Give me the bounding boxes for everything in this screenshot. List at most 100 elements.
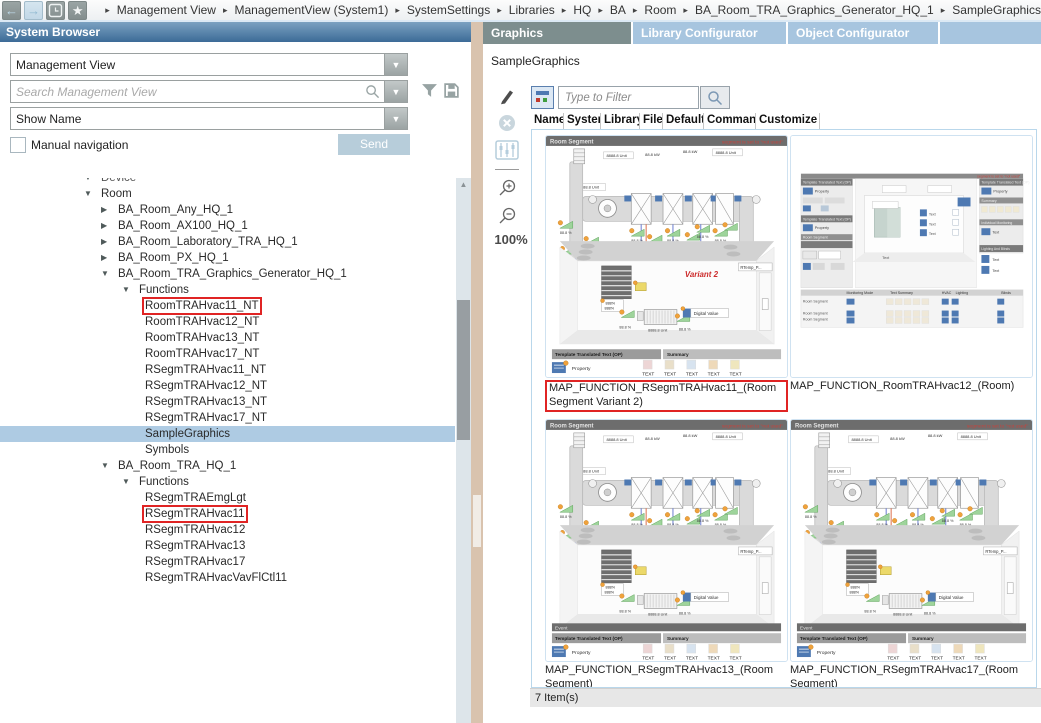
- panel-splitter[interactable]: [471, 22, 483, 723]
- splitter-grip[interactable]: [473, 495, 481, 547]
- graphic-thumbnail[interactable]: [790, 135, 1033, 378]
- tree-item-label: RSegmTRAHvac11_NT: [145, 364, 266, 376]
- edit-pen-icon[interactable]: [493, 84, 521, 108]
- breadcrumb-item[interactable]: Management View: [117, 3, 216, 17]
- tree-item[interactable]: RSegmTRAHvac17_NT: [0, 410, 455, 426]
- breadcrumb-separator: ▸: [562, 5, 567, 16]
- tree-item[interactable]: RoomTRAHvac12_NT: [0, 314, 455, 330]
- chevron-down-icon[interactable]: ▼: [384, 54, 407, 75]
- tree-item[interactable]: SampleGraphics: [0, 426, 455, 442]
- column-header-file[interactable]: File: [640, 113, 663, 129]
- tree-item[interactable]: RoomTRAHvac17_NT: [0, 346, 455, 362]
- zoom-in-icon[interactable]: [493, 176, 521, 200]
- tree-item-label: RoomTRAHvac11_NT: [145, 300, 259, 312]
- tree-expander-closed[interactable]: ▶: [101, 218, 118, 234]
- favorites-star-icon[interactable]: ★: [68, 1, 87, 20]
- tree-item[interactable]: RSegmTRAHvac11_NT: [0, 362, 455, 378]
- tree-item[interactable]: Symbols: [0, 442, 455, 458]
- tree-item[interactable]: RSegmTRAHvac11: [0, 506, 455, 522]
- scroll-up-icon[interactable]: ▲: [456, 178, 471, 191]
- column-header-name[interactable]: Name: [531, 113, 564, 129]
- tree-scrollbar[interactable]: ▲: [456, 178, 471, 723]
- tree-expander-closed[interactable]: ▶: [101, 202, 118, 218]
- tree-item[interactable]: ▼Device: [0, 178, 455, 186]
- search-input[interactable]: [11, 84, 360, 100]
- tree-item[interactable]: ▶BA_Room_Laboratory_TRA_HQ_1: [0, 234, 455, 250]
- clear-x-icon[interactable]: [493, 111, 521, 135]
- thumbnail-caption: MAP_FUNCTION_RSegmTRAHvac17_(Room Segmen…: [790, 664, 1033, 688]
- breadcrumb-item[interactable]: Room: [644, 3, 676, 17]
- scrollbar-thumb[interactable]: [457, 300, 470, 440]
- breadcrumb-item[interactable]: SampleGraphics: [952, 3, 1041, 17]
- column-header-library[interactable]: Library: [601, 113, 640, 129]
- tree-item[interactable]: RSegmTRAHvacVavFlCtl11: [0, 570, 455, 586]
- tab-library-configurator[interactable]: Library Configurator: [633, 22, 786, 44]
- tree-item[interactable]: ▶BA_Room_AX100_HQ_1: [0, 218, 455, 234]
- system-browser-panel: System Browser Management View ▼ ▼ Show …: [0, 22, 471, 723]
- breadcrumb-item[interactable]: Libraries: [509, 3, 555, 17]
- forward-button[interactable]: →: [24, 1, 43, 20]
- tree-expander-open[interactable]: ▼: [101, 266, 118, 282]
- tree-item[interactable]: ▼BA_Room_TRA_Graphics_Generator_HQ_1: [0, 266, 455, 282]
- sliders-icon[interactable]: [493, 138, 521, 162]
- search-icon: [707, 90, 723, 106]
- column-header-default[interactable]: Default: [663, 113, 704, 129]
- view-selector-dropdown[interactable]: Management View ▼: [10, 53, 408, 76]
- manual-navigation-checkbox[interactable]: [10, 137, 26, 153]
- tree-item[interactable]: ▶BA_Room_Any_HQ_1: [0, 202, 455, 218]
- breadcrumb-item[interactable]: BA_Room_TRA_Graphics_Generator_HQ_1: [695, 3, 934, 17]
- tree-item[interactable]: ▼Room: [0, 186, 455, 202]
- breadcrumb-item[interactable]: HQ: [573, 3, 591, 17]
- tree-item[interactable]: RSegmTRAHvac17: [0, 554, 455, 570]
- tree-expander-open[interactable]: ▼: [101, 458, 118, 474]
- tree-item[interactable]: RoomTRAHvac13_NT: [0, 330, 455, 346]
- history-icon[interactable]: [46, 1, 65, 20]
- filter-input[interactable]: [558, 86, 699, 109]
- tab-bar: GraphicsLibrary ConfiguratorObject Confi…: [483, 22, 1041, 44]
- display-mode-value: Show Name: [11, 112, 384, 126]
- back-button[interactable]: ←: [2, 1, 21, 20]
- tree-expander-closed[interactable]: ▶: [101, 234, 118, 250]
- graphic-thumbnail[interactable]: [790, 419, 1033, 662]
- tree-item-label: Room: [101, 188, 132, 200]
- column-header-command[interactable]: Command: [704, 113, 756, 129]
- tab-graphics[interactable]: Graphics: [483, 22, 631, 44]
- tree-expander-open[interactable]: ▼: [84, 178, 101, 186]
- tree-item[interactable]: ▶BA_Room_PX_HQ_1: [0, 250, 455, 266]
- tab-object-configurator[interactable]: Object Configurator: [788, 22, 938, 44]
- tree-item[interactable]: RoomTRAHvac11_NT: [0, 298, 455, 314]
- view-layout-icon[interactable]: [531, 86, 554, 109]
- search-options-chevron-icon[interactable]: ▼: [384, 81, 407, 102]
- tree-item[interactable]: ▼BA_Room_TRA_HQ_1: [0, 458, 455, 474]
- breadcrumb-item[interactable]: BA: [610, 3, 626, 17]
- tree-expander-open[interactable]: ▼: [122, 474, 139, 490]
- tree-item[interactable]: RSegmTRAHvac12: [0, 522, 455, 538]
- tree-item-label: RSegmTRAHvac17_NT: [145, 412, 267, 424]
- graphic-thumbnail[interactable]: [545, 419, 788, 662]
- tree-item[interactable]: ▼Functions: [0, 474, 455, 490]
- graphic-thumbnail-cell: MAP_FUNCTION_RoomTRAHvac12_(Room): [790, 135, 1033, 412]
- graphic-thumbnail[interactable]: [545, 135, 788, 378]
- tree-item-label: BA_Room_Any_HQ_1: [118, 204, 233, 216]
- tree-expander-open[interactable]: ▼: [122, 282, 139, 298]
- zoom-out-icon[interactable]: [493, 204, 521, 228]
- tree-expander-closed[interactable]: ▶: [101, 250, 118, 266]
- tree-expander-open[interactable]: ▼: [84, 186, 101, 202]
- chevron-down-icon[interactable]: ▼: [384, 108, 407, 129]
- save-icon[interactable]: [443, 82, 460, 102]
- tree-item[interactable]: RSegmTRAEmgLgt: [0, 490, 455, 506]
- tree-item[interactable]: RSegmTRAHvac13_NT: [0, 394, 455, 410]
- filter-icon[interactable]: [421, 82, 438, 102]
- column-header-system[interactable]: System: [564, 113, 601, 129]
- tree-item[interactable]: ▼Functions: [0, 282, 455, 298]
- breadcrumb-separator: ▸: [683, 5, 688, 16]
- send-button[interactable]: Send: [338, 134, 410, 155]
- search-icon[interactable]: [360, 84, 384, 99]
- tree-item[interactable]: RSegmTRAHvac13: [0, 538, 455, 554]
- filter-search-button[interactable]: [700, 86, 730, 109]
- tree-item[interactable]: RSegmTRAHvac12_NT: [0, 378, 455, 394]
- column-header-customize[interactable]: Customize: [756, 113, 820, 129]
- breadcrumb-item[interactable]: SystemSettings: [407, 3, 490, 17]
- display-mode-dropdown[interactable]: Show Name ▼: [10, 107, 408, 130]
- breadcrumb-item[interactable]: ManagementView (System1): [234, 3, 388, 17]
